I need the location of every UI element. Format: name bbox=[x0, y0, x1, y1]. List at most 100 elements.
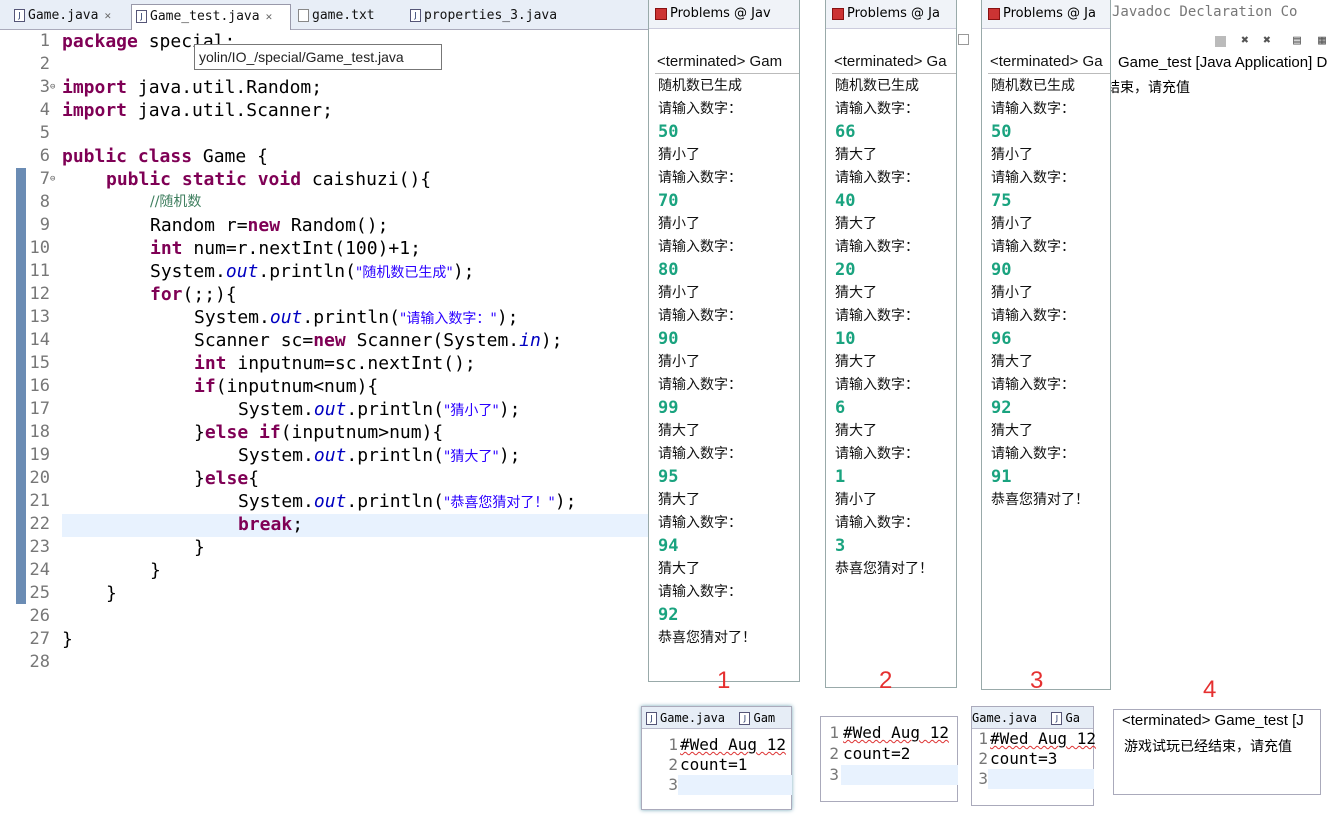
tab-game-test-java[interactable]: J Game_test.java ✕ bbox=[131, 4, 291, 30]
line-number: 5 bbox=[39, 123, 50, 143]
console-input-line: 3 bbox=[835, 536, 846, 556]
code-line: import java.util.Random; bbox=[62, 77, 323, 98]
tab-properties-3-java[interactable]: Jproperties_3.java bbox=[406, 4, 586, 30]
console-input-line: 50 bbox=[991, 122, 1012, 142]
console-panel-3[interactable]: Problems @ Ja <terminated> Ga 随机数已生成 请输入数字：… bbox=[981, 0, 1111, 690]
console-input-line: 96 bbox=[991, 329, 1012, 349]
terminate-icon[interactable] bbox=[1215, 36, 1226, 47]
tab-game-java[interactable]: J Game.java ✕ bbox=[10, 4, 130, 30]
console-output-line: 猜小了 bbox=[991, 216, 1033, 232]
background-console-text: 结束，请充值 bbox=[1106, 80, 1190, 96]
console-output-line: 猜小了 bbox=[658, 285, 700, 301]
code-line: Scanner sc=new Scanner(System.in); bbox=[194, 330, 563, 351]
console-input-line: 40 bbox=[835, 191, 856, 211]
console-output-line: 猜大了 bbox=[835, 147, 877, 163]
console-input-line: 92 bbox=[658, 605, 679, 625]
current-line-highlight bbox=[678, 775, 792, 795]
tab-game-txt[interactable]: game.txt bbox=[294, 4, 404, 30]
console-output-line: 随机数已生成 bbox=[835, 78, 919, 94]
scroll-lock-icon[interactable]: ▤ bbox=[1290, 34, 1304, 48]
game-txt-editor-3[interactable]: Game.java J Ga 1 2 3 #Wed Aug 12 count=3 bbox=[971, 706, 1096, 806]
tab-label: properties_3.java bbox=[424, 8, 558, 23]
java-file-icon: J bbox=[1051, 712, 1063, 725]
problems-icon bbox=[988, 7, 1000, 20]
console-input-line: 90 bbox=[658, 329, 679, 349]
console-tab-bar[interactable]: Problems @ Ja bbox=[982, 0, 1110, 29]
divider bbox=[832, 73, 956, 74]
java-file-icon: J bbox=[739, 712, 751, 725]
final-console-message: 游戏试玩已经结束，请充值 bbox=[1124, 739, 1292, 755]
tab-label: game.txt bbox=[312, 8, 375, 23]
console-input-line: 92 bbox=[991, 398, 1012, 418]
console-tab-bar[interactable]: Problems @ Ja bbox=[826, 0, 956, 29]
console-output-line: 请输入数字： bbox=[658, 377, 742, 393]
console-input-line: 66 bbox=[835, 122, 856, 142]
code-line: System.out.println("猜大了"); bbox=[238, 445, 521, 466]
line-number: 2 bbox=[829, 744, 839, 763]
mini-tab-label: Game.java bbox=[972, 711, 1038, 725]
console-input-line: 91 bbox=[991, 467, 1012, 487]
console-tab-label: Problems @ Jav bbox=[670, 6, 771, 21]
game-txt-editor-1[interactable]: J Game.java J Gam 1 2 3 #Wed Aug 12 count=… bbox=[641, 706, 792, 810]
view-tab-strip[interactable]: Javadoc Declaration Co bbox=[1112, 4, 1335, 28]
code-line: }else if(inputnum>num){ bbox=[194, 422, 444, 443]
line-number: 22 bbox=[29, 514, 50, 534]
close-icon[interactable]: ✕ bbox=[266, 5, 273, 29]
line-number: 1 bbox=[829, 723, 839, 742]
code-line: } bbox=[106, 583, 117, 604]
line-number: 1 bbox=[668, 735, 678, 754]
console-output-line: 猜大了 bbox=[658, 561, 700, 577]
remove-launch-icon[interactable]: ✖ bbox=[1238, 34, 1252, 48]
code-editor[interactable]: 1 2 3 4 5 6 7 8 9 10 11 12 13 14 15 16 1… bbox=[0, 30, 655, 680]
line-number: 12 bbox=[29, 284, 50, 304]
console-input-line: 10 bbox=[835, 329, 856, 349]
console-output-line: 请输入数字： bbox=[835, 239, 919, 255]
line-number: 14 bbox=[29, 330, 50, 350]
line-number: 4 bbox=[39, 100, 50, 120]
remove-all-icon[interactable]: ✖ bbox=[1260, 34, 1274, 48]
close-icon[interactable]: ✕ bbox=[104, 4, 111, 28]
console-panel-2[interactable]: Problems @ Ja <terminated> Ga 随机数已生成 请输入数字：… bbox=[825, 0, 957, 688]
line-number: 3 bbox=[978, 769, 988, 788]
console-output-line: 请输入数字： bbox=[658, 515, 742, 531]
line-number: 8 bbox=[39, 192, 50, 212]
console-output-line: 猜大了 bbox=[991, 354, 1033, 370]
console-output-line: 猜大了 bbox=[835, 354, 877, 370]
console-input-line: 95 bbox=[658, 467, 679, 487]
code-line: System.out.println("恭喜您猜对了！"); bbox=[238, 491, 577, 512]
line-number: 13 bbox=[29, 307, 50, 327]
console-panel-1[interactable]: Problems @ Jav <terminated> Gam 随机数已生成 请输入数… bbox=[648, 0, 800, 682]
fold-collapse-icon[interactable]: ⊖ bbox=[50, 82, 55, 92]
console-output-line: 请输入数字： bbox=[991, 308, 1075, 324]
divider bbox=[655, 73, 799, 74]
mini-tab-bar: Game.java J Ga bbox=[972, 707, 1093, 729]
line-number: 18 bbox=[29, 422, 50, 442]
console-output-line: 猜小了 bbox=[658, 216, 700, 232]
mini-tab-bar: J Game.java J Gam bbox=[642, 707, 791, 729]
code-line: public class Game { bbox=[62, 146, 268, 167]
file-line: #Wed Aug 12 bbox=[990, 729, 1096, 748]
file-line: #Wed Aug 12 bbox=[843, 723, 949, 742]
console-tab-bar[interactable]: Problems @ Jav bbox=[649, 0, 799, 29]
code-line: } bbox=[194, 537, 205, 558]
minimize-icon[interactable] bbox=[958, 34, 969, 45]
console-input-line: 20 bbox=[835, 260, 856, 280]
line-number: 25 bbox=[29, 583, 50, 603]
final-console[interactable]: <terminated> Game_test [J 游戏试玩已经结束，请充值 bbox=[1113, 709, 1321, 795]
console-output-line: 请输入数字： bbox=[658, 101, 742, 117]
console-input-line: 50 bbox=[658, 122, 679, 142]
console-output-line: 请输入数字： bbox=[991, 170, 1075, 186]
console-output-line: 请输入数字： bbox=[991, 377, 1075, 393]
line-number: 2 bbox=[668, 755, 678, 774]
problems-icon bbox=[832, 7, 844, 20]
line-number: 11 bbox=[29, 261, 50, 281]
code-line: System.out.println("猜小了"); bbox=[238, 399, 521, 420]
fold-collapse-icon[interactable]: ⊖ bbox=[50, 174, 55, 184]
code-line: System.out.println("随机数已生成"); bbox=[150, 261, 475, 282]
line-number: 10 bbox=[29, 238, 50, 258]
console-output-line: 猜小了 bbox=[658, 354, 700, 370]
game-txt-editor-2[interactable]: 1 2 3 #Wed Aug 12 count=2 bbox=[820, 716, 958, 802]
pin-console-icon[interactable]: ▦ bbox=[1315, 34, 1329, 48]
line-number: 2 bbox=[39, 54, 50, 74]
console-output-line: 猜小了 bbox=[835, 492, 877, 508]
